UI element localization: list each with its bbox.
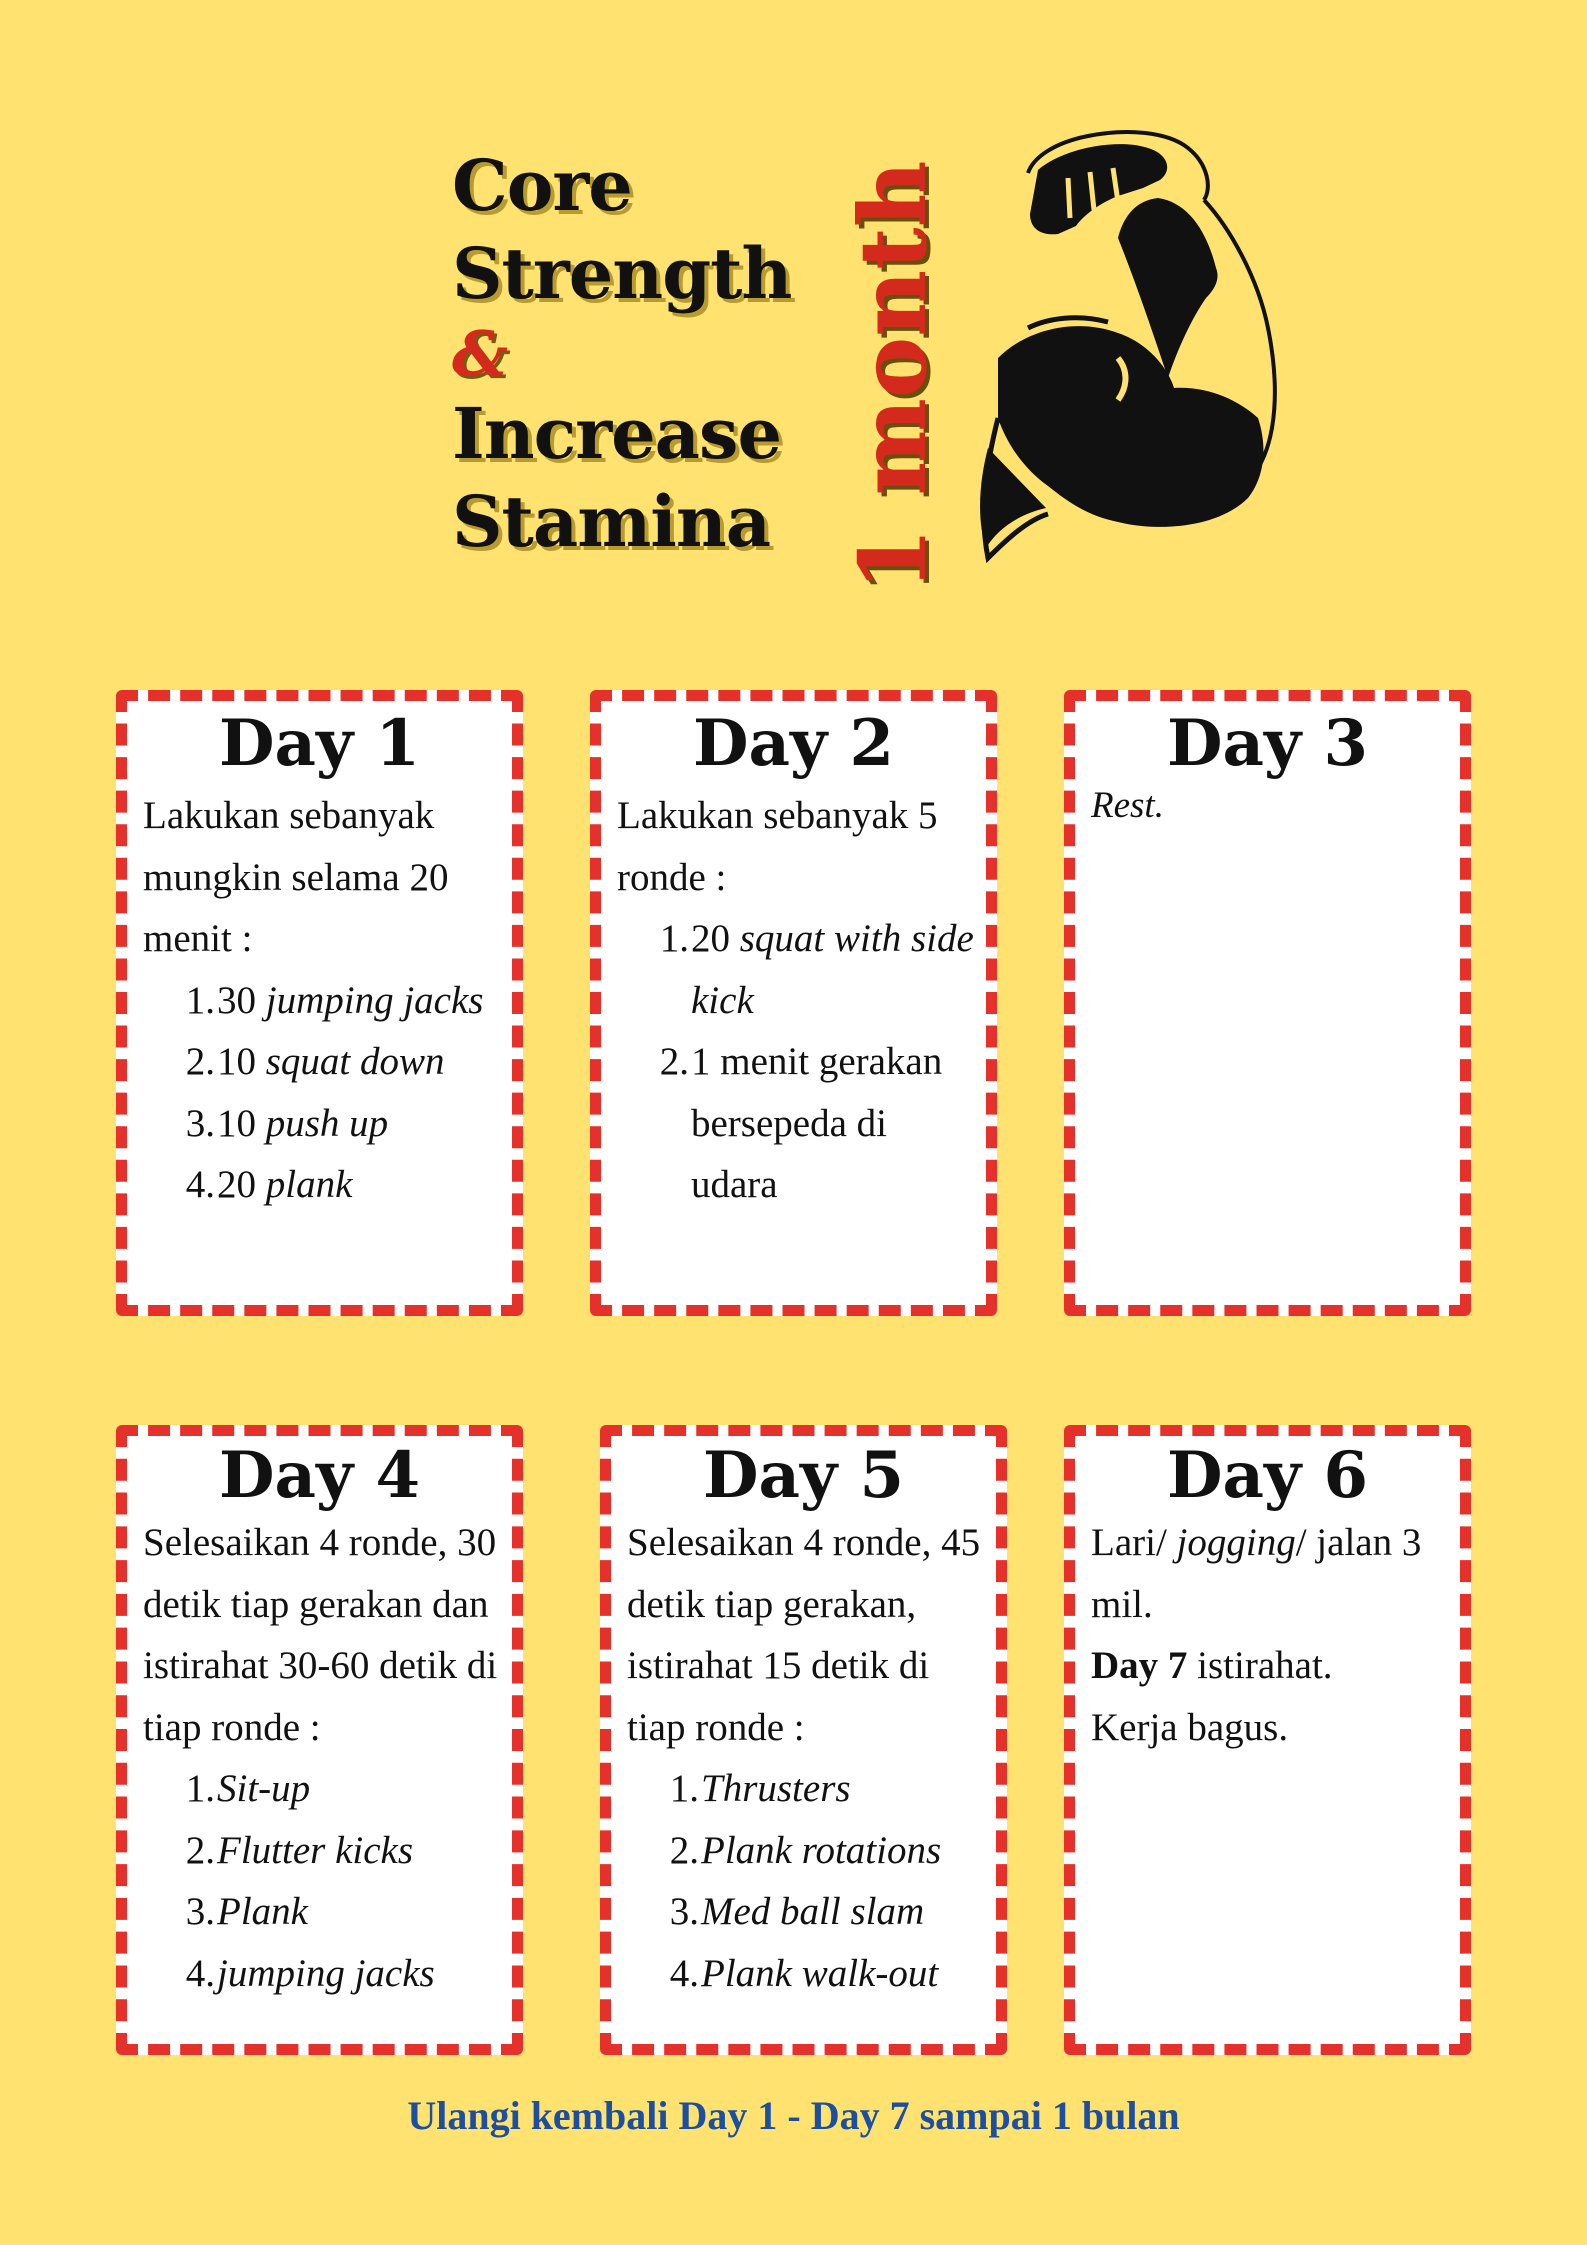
day-4-card: Day 4 Selesaikan 4 ronde, 30 detik tiap …	[116, 1425, 523, 2055]
day-5-exercise-list: 1. Thrusters 2. Plank rotations 3. Med ball…	[627, 1758, 990, 2004]
day-2-card: Day 2 Lakukan sebanyak 5 ronde : 1. 20 sq…	[590, 690, 997, 1316]
closing-text: Kerja bagus.	[1091, 1705, 1289, 1749]
day-2-exercise-list: 1. 20 squat with side kick 2. 1 menit gera…	[617, 908, 980, 1216]
list-item: 1. Sit-up	[185, 1767, 311, 1810]
title-line-core: Core	[452, 144, 633, 227]
day-2-intro: Lakukan sebanyak 5 ronde :	[617, 794, 938, 899]
list-item: 4. Plank walk-out	[669, 1951, 939, 1995]
list-item: 4. 20 plank	[185, 1163, 353, 1206]
day-5-title: Day 5	[703, 1438, 904, 1513]
title-ampersand: &	[452, 317, 508, 390]
day-6-card: Day 6 Lari/ jogging/ jalan 3 mil. Day 7 …	[1064, 1425, 1471, 2055]
day-3-title: Day 3	[1167, 706, 1368, 781]
day-1-title: Day 1	[219, 706, 420, 781]
day-7-rest-text: Day 7 istirahat.	[1091, 1644, 1333, 1687]
day-3-rest-text: Rest.	[1091, 785, 1164, 826]
duration-label: 1 month	[839, 160, 947, 592]
list-item: 1. 20 squat with side kick	[659, 917, 974, 1022]
day-1-body: Lakukan sebanyak mungkin selama 20 menit…	[127, 785, 512, 1216]
poster-title: Core Strength & Increase Stamina	[452, 142, 872, 566]
list-item: 3. Med ball slam	[669, 1890, 925, 1933]
day-4-title: Day 4	[219, 1438, 420, 1513]
day-5-body: Selesaikan 4 ronde, 45 detik tiap geraka…	[611, 1512, 996, 2004]
day-4-exercise-list: 1. Sit-up 2. Flutter kicks 3. Plank 4. jumpi…	[143, 1758, 506, 2004]
title-line-strength: Strength	[452, 232, 792, 315]
day-5-card: Day 5 Selesaikan 4 ronde, 45 detik tiap …	[600, 1425, 1007, 2055]
title-line-stamina: Stamina	[452, 480, 771, 563]
day-2-body: Lakukan sebanyak 5 ronde : 1. 20 squat wi…	[601, 785, 986, 1216]
title-line-increase: Increase	[452, 392, 782, 475]
day-6-body: Lari/ jogging/ jalan 3 mil. Day 7 istira…	[1075, 1512, 1460, 1758]
list-item: 4. jumping jacks	[185, 1951, 435, 1995]
list-item: 2. Plank rotations	[669, 1828, 942, 1872]
day-1-intro: Lakukan sebanyak mungkin selama 20 menit…	[143, 794, 449, 960]
day-5-intro: Selesaikan 4 ronde, 45 detik tiap geraka…	[627, 1521, 981, 1749]
list-item: 2. Flutter kicks	[185, 1828, 414, 1872]
day-3-body: Rest.	[1075, 781, 1460, 831]
list-item: 2. 10 squat down	[185, 1040, 445, 1083]
footer-instruction: Ulangi kembali Day 1 - Day 7 sampai 1 bu…	[407, 2093, 1180, 2138]
flexed-bicep-icon	[980, 130, 1277, 564]
day-6-title: Day 6	[1167, 1438, 1368, 1513]
list-item: 1. 30 jumping jacks	[185, 978, 484, 1022]
list-item: 2. 1 menit gerakan bersepeda di udara	[659, 1040, 943, 1206]
day-1-exercise-list: 1. 30 jumping jacks 2. 10 squat down 3. 10 …	[143, 970, 506, 1216]
duration-vertical-title: 1 month	[839, 150, 947, 602]
day-2-title: Day 2	[693, 706, 894, 781]
day-1-card: Day 1 Lakukan sebanyak mungkin selama 20…	[116, 690, 523, 1316]
list-item: 1. Thrusters	[669, 1767, 851, 1810]
list-item: 3. 10 push up	[185, 1101, 389, 1145]
day-4-body: Selesaikan 4 ronde, 30 detik tiap geraka…	[127, 1512, 512, 2004]
day-3-card: Day 3 Rest.	[1064, 690, 1471, 1316]
day-4-intro: Selesaikan 4 ronde, 30 detik tiap geraka…	[143, 1521, 498, 1749]
day-6-run-text: Lari/ jogging/ jalan 3 mil.	[1091, 1521, 1422, 1626]
list-item: 3. Plank	[185, 1890, 308, 1933]
